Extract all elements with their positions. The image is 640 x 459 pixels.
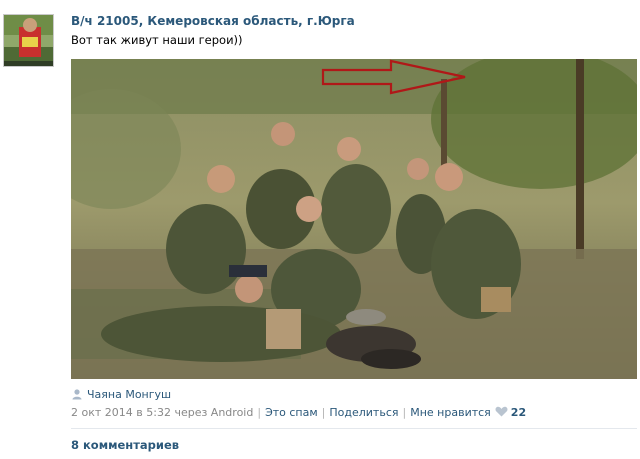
post-date[interactable]: 2 окт 2014 в 5:32 через Android [71,406,253,419]
meta-separator: | [402,406,407,419]
post-meta: 2 окт 2014 в 5:32 через Android | Это спам… [71,406,526,419]
spam-link[interactable]: Это спам [265,406,318,419]
divider [71,428,637,429]
group-name-link[interactable]: В/ч 21005, Кемеровская область, г.Юрга [71,14,355,28]
heart-icon[interactable] [495,406,508,417]
share-link[interactable]: Поделиться [329,406,398,419]
post-text: Вот так живут наши герои)) [71,33,243,47]
like-link[interactable]: Мне нравится [410,406,491,419]
like-count[interactable]: 22 [511,406,526,419]
avatar-image [4,15,53,66]
meta-separator: | [321,406,326,419]
user-icon [72,389,82,400]
post-photo[interactable] [71,59,637,379]
author-name[interactable]: Чаяна Монгуш [87,388,171,401]
comments-link[interactable]: 8 комментариев [71,438,179,452]
post-author[interactable]: Чаяна Монгуш [71,388,171,401]
meta-separator: | [257,406,262,419]
group-avatar[interactable] [3,14,54,67]
